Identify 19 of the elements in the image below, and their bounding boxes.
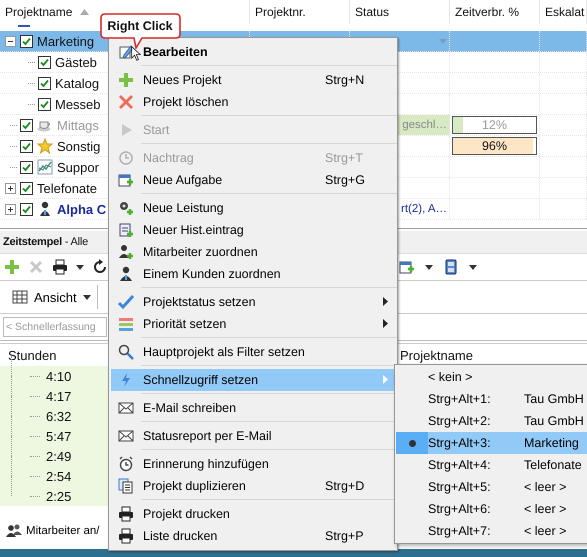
hours-cell: 2:54 bbox=[46, 468, 72, 484]
hours-cell: 6:32 bbox=[46, 408, 72, 424]
project-name: Telefonate bbox=[37, 180, 97, 196]
project-name: Alpha C bbox=[57, 202, 106, 216]
hours-cell: 5:47 bbox=[46, 428, 72, 444]
project-name: Sonstig bbox=[57, 138, 100, 154]
project-name: Mittags bbox=[57, 118, 99, 132]
progress-reading: 12% bbox=[482, 118, 508, 132]
project-name: Messeb bbox=[55, 96, 101, 112]
project-name: Suppor bbox=[57, 160, 99, 174]
hours-cell: 2:49 bbox=[46, 448, 72, 464]
project-name: Gästeb bbox=[55, 54, 97, 70]
hours-cell: 2:25 bbox=[46, 488, 72, 504]
progress-reading: 96% bbox=[482, 139, 508, 153]
callout-text: Right Click bbox=[106, 18, 174, 35]
project-name: Marketing bbox=[37, 34, 94, 48]
hours-cell: 4:17 bbox=[46, 388, 72, 404]
project-name: Katalog bbox=[55, 76, 100, 90]
hours-cell: 4:10 bbox=[46, 368, 72, 384]
